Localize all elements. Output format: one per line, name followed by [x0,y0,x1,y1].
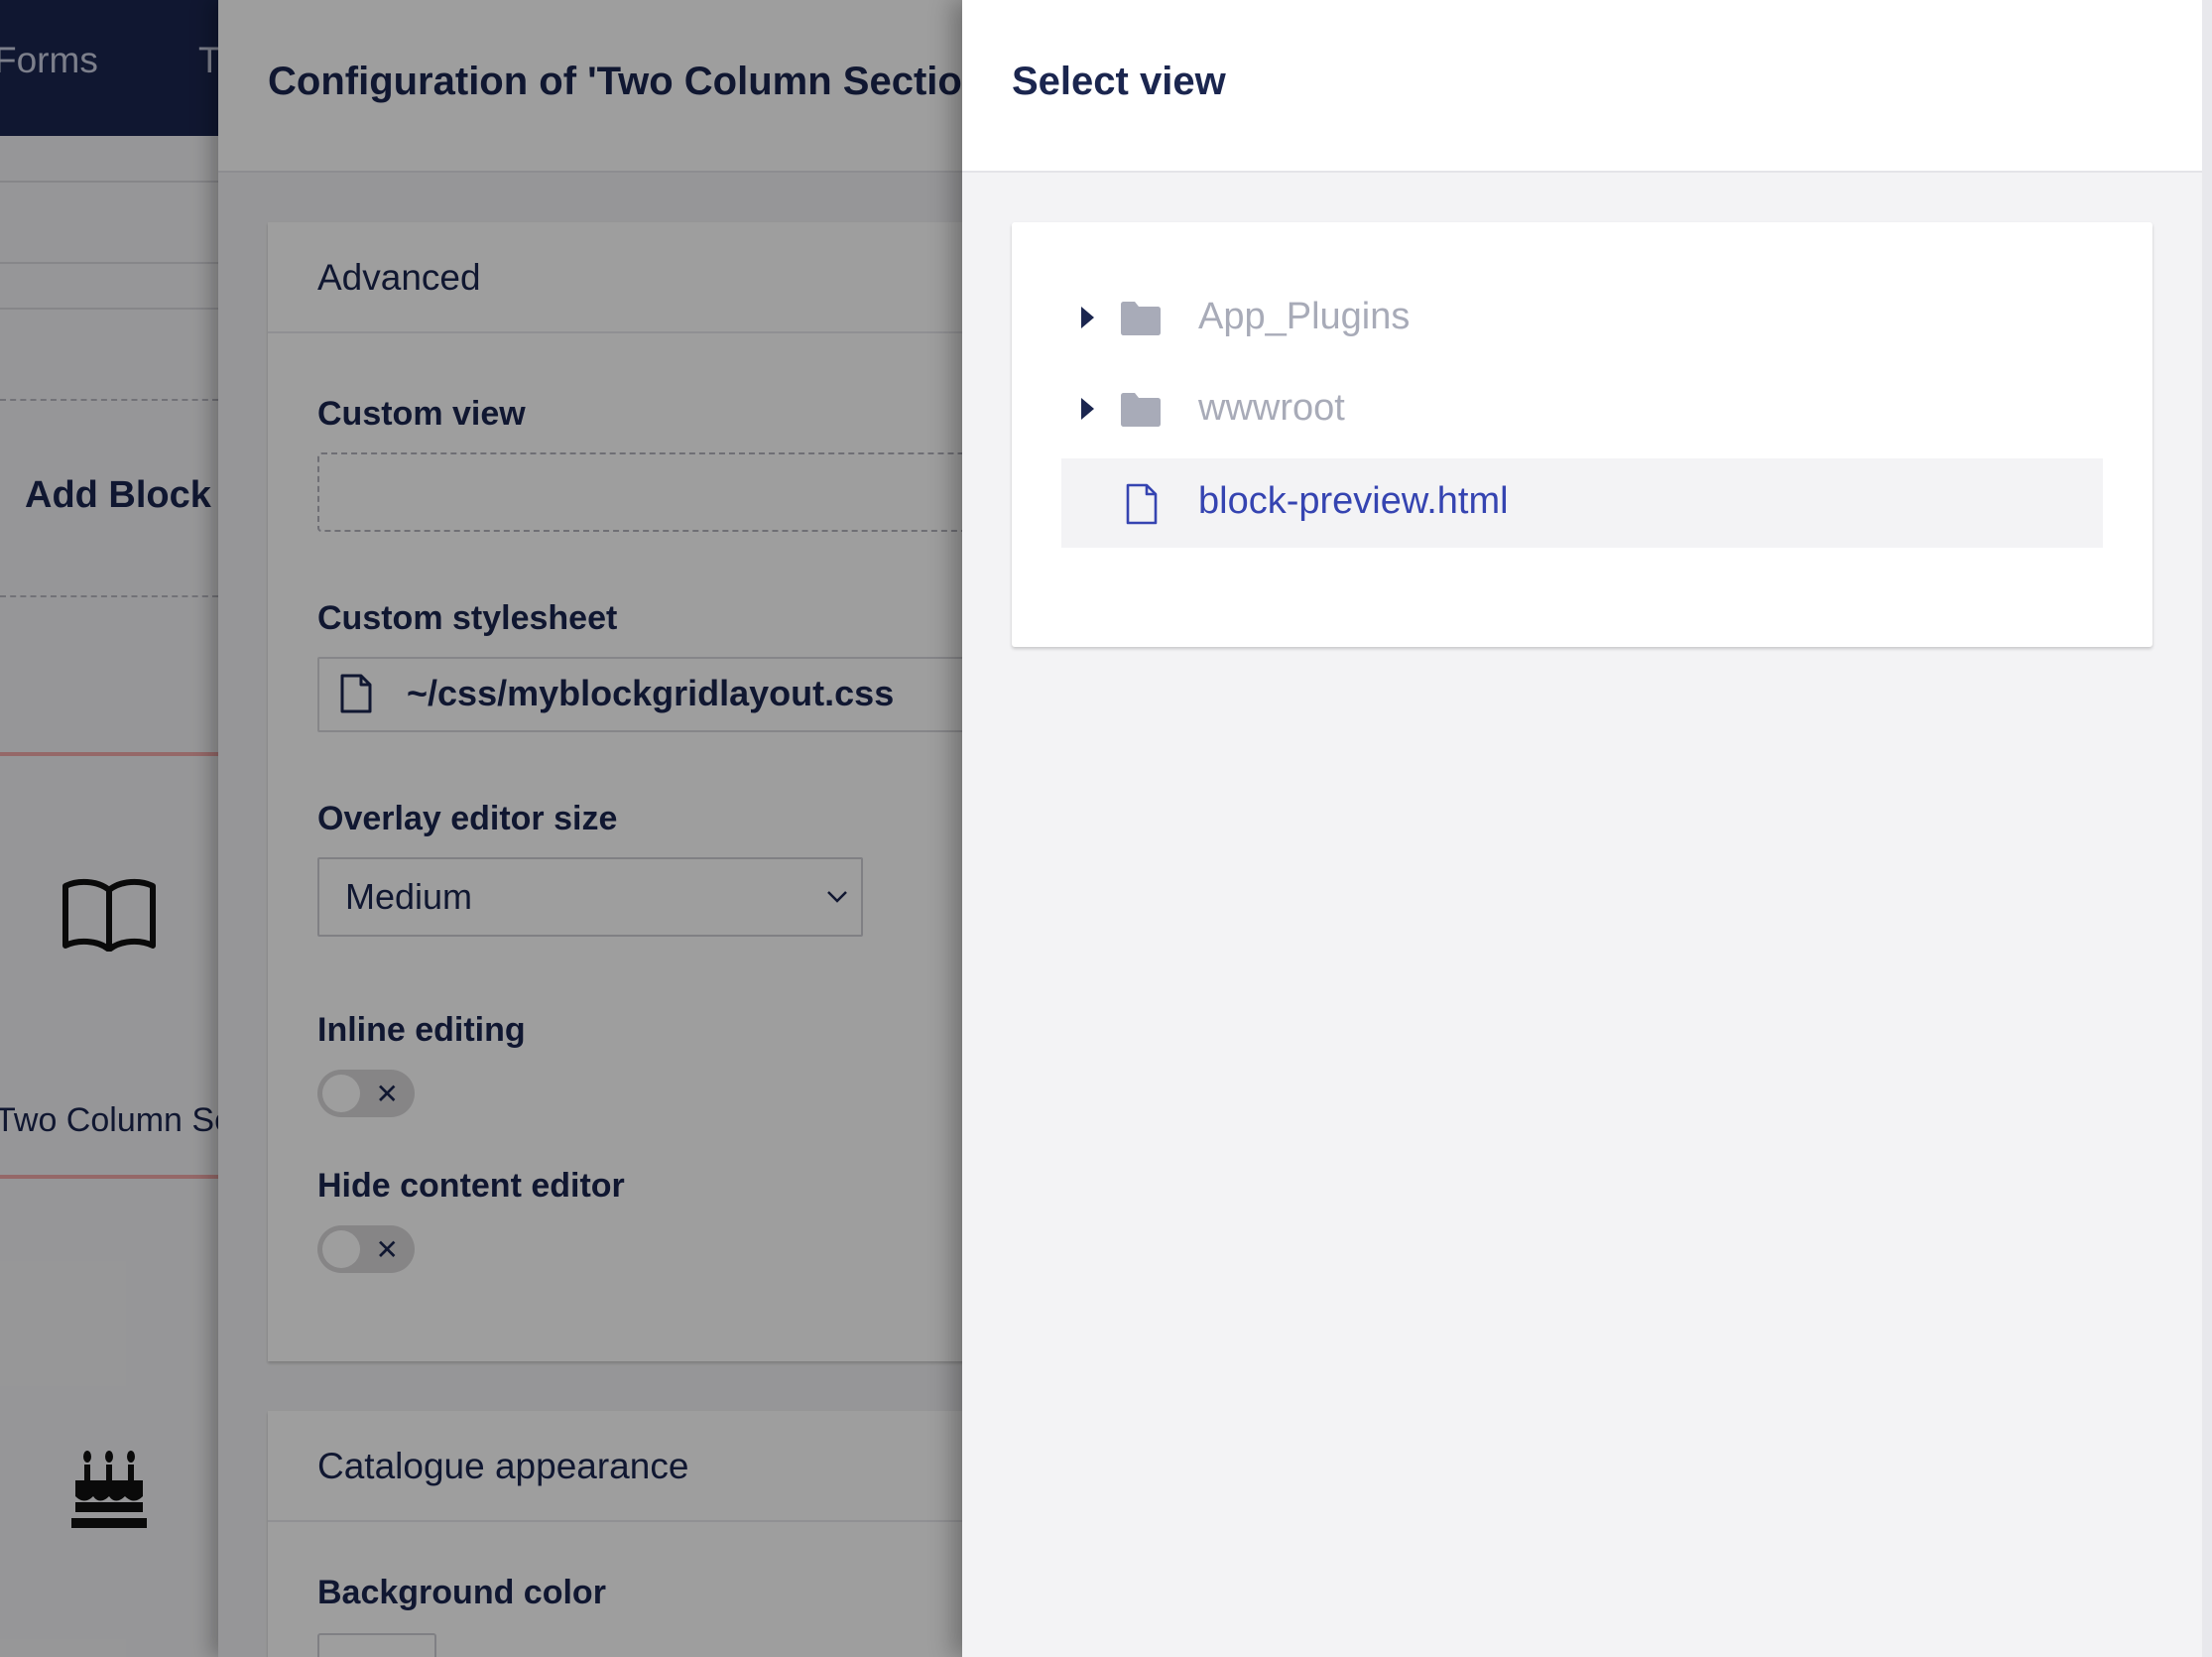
tree-node-label: wwwroot [1198,387,1345,429]
expand-caret-icon[interactable] [1081,307,1094,328]
folder-icon [1121,302,1161,335]
tree-node-label: block-preview.html [1198,480,1509,522]
expand-caret-icon[interactable] [1081,398,1094,420]
file-tree: App_Plugins wwwroot block-preview.html [1012,222,2152,647]
select-view-panel: Select view App_Plugins wwwroot block-pr… [962,0,2202,1657]
tree-node-wwwroot[interactable]: wwwroot [1061,365,2103,454]
file-icon [1126,483,1158,525]
select-view-header: Select view [962,0,2202,173]
tree-node-label: App_Plugins [1198,296,1411,337]
folder-icon [1121,393,1161,427]
modal-backdrop[interactable] [0,0,962,1657]
tree-node-app-plugins[interactable]: App_Plugins [1061,274,2103,363]
select-view-title: Select view [1012,60,1226,103]
tree-node-block-preview[interactable]: block-preview.html [1061,458,2103,548]
window-edge [2202,0,2212,1657]
